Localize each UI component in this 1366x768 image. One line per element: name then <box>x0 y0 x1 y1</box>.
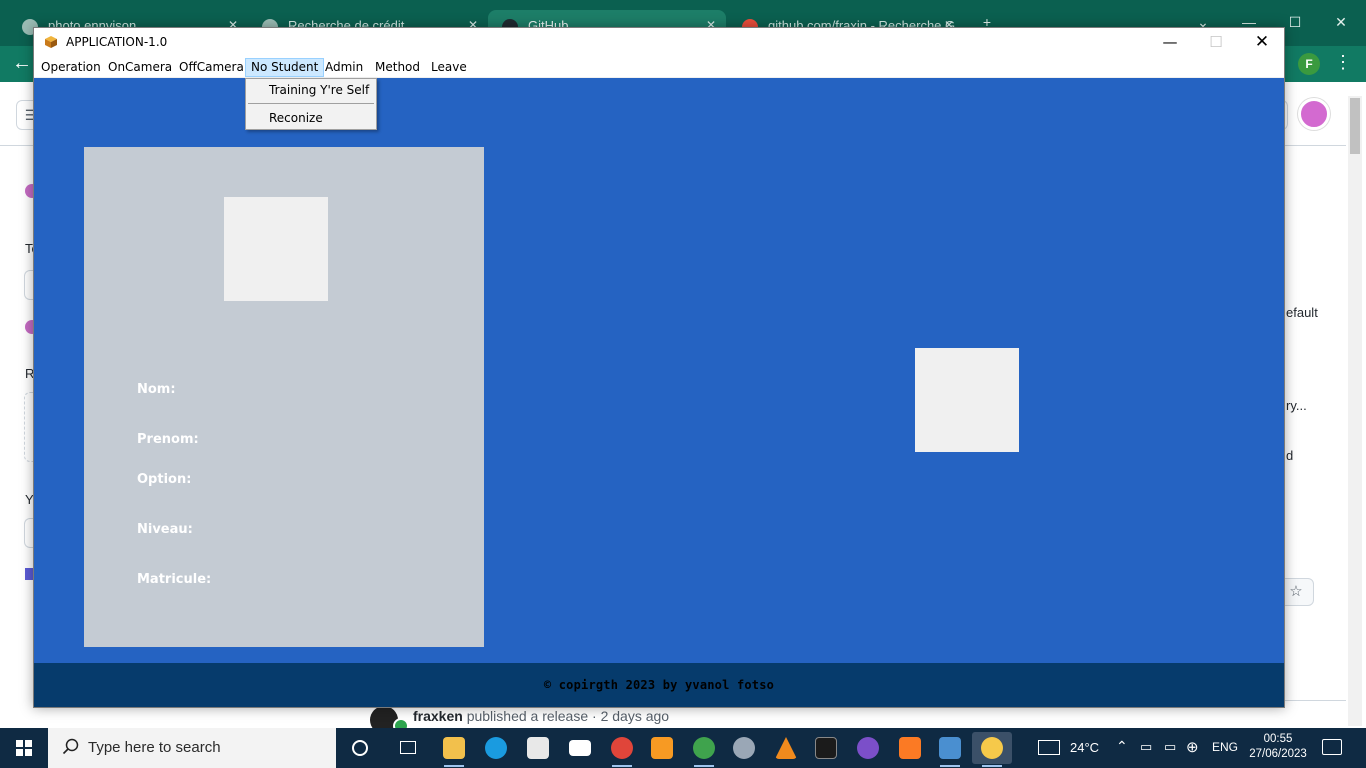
close-icon[interactable]: ✕ <box>1318 8 1364 36</box>
cortana-icon[interactable] <box>340 732 380 764</box>
menu-bar: Operation OnCamera OffCamera No Student … <box>34 56 1284 78</box>
menu-oncamera[interactable]: OnCamera <box>102 58 178 77</box>
windows-icon <box>16 740 32 756</box>
menu-admin[interactable]: Admin <box>319 58 369 77</box>
taskbar-search[interactable]: Type here to search <box>48 728 336 768</box>
student-photo <box>224 197 328 301</box>
release-user-link[interactable]: fraxken <box>413 708 463 724</box>
vlc-icon[interactable] <box>766 732 806 764</box>
footer: © copirgth 2023 by yvanol fotso <box>34 663 1284 707</box>
nom-label: Nom: <box>137 382 176 397</box>
clock[interactable]: 00:55 27/06/2023 <box>1243 732 1313 762</box>
student-info-panel: Nom: Prenom: Option: Niveau: Matricule: <box>84 147 484 647</box>
chrome-icon[interactable] <box>602 732 642 767</box>
page-text: ry... <box>1286 398 1307 413</box>
niveau-label: Niveau: <box>137 522 193 537</box>
search-placeholder: Type here to search <box>88 739 221 756</box>
menu-leave[interactable]: Leave <box>425 58 473 77</box>
weather-temperature[interactable]: 24°C <box>1070 740 1099 755</box>
clock-time: 00:55 <box>1263 733 1293 745</box>
menu-operation[interactable]: Operation <box>35 58 107 77</box>
package-icon <box>45 36 57 48</box>
store-icon[interactable] <box>518 732 558 764</box>
menu-offcamera[interactable]: OffCamera <box>173 58 250 77</box>
page-text: d <box>1286 448 1294 463</box>
language-indicator[interactable]: ENG <box>1212 740 1238 754</box>
matricule-label: Matricule: <box>137 572 212 587</box>
battery-icon[interactable]: ▭ <box>1164 739 1176 755</box>
scrollbar-thumb[interactable] <box>1350 98 1360 154</box>
sublime-icon[interactable] <box>642 732 682 764</box>
menu-method[interactable]: Method <box>369 58 426 77</box>
chevron-up-icon[interactable]: ⌃ <box>1116 738 1128 755</box>
clock-date: 27/06/2023 <box>1249 748 1307 760</box>
scrollbar[interactable] <box>1348 96 1362 726</box>
no-student-dropdown: Training Y're Self Reconize <box>245 78 377 130</box>
application-window: APPLICATION-1.0 — ☐ ✕ Operation OnCamera… <box>33 27 1285 708</box>
minimize-button[interactable]: — <box>1147 28 1193 56</box>
search-icon <box>62 738 79 755</box>
release-text: published a release · 2 days ago <box>466 708 670 724</box>
task-view-icon[interactable] <box>388 732 428 764</box>
menu-item-training[interactable]: Training Y're Self <box>246 81 376 101</box>
mail-icon[interactable] <box>560 732 600 764</box>
page-text: efault <box>1286 305 1318 320</box>
taskbar: Type here to search 24°C ⌃ ▭ ▭ ⊕ ENG 00:… <box>0 728 1366 768</box>
camera-feed <box>915 348 1019 452</box>
title-bar[interactable]: APPLICATION-1.0 — ☐ ✕ <box>34 28 1284 56</box>
start-button[interactable] <box>0 728 48 768</box>
window-title: APPLICATION-1.0 <box>66 35 168 49</box>
menu-no-student[interactable]: No Student <box>245 58 325 77</box>
avatar[interactable] <box>1298 98 1330 130</box>
release-activity: fraxken published a release · 2 days ago <box>413 708 669 724</box>
prenom-label: Prenom: <box>137 432 199 447</box>
menu-separator <box>248 103 374 104</box>
more-vert-icon[interactable]: ⋮ <box>1334 52 1352 73</box>
python-idle-icon[interactable] <box>930 732 970 767</box>
globe-icon[interactable]: ⊕ <box>1186 738 1199 756</box>
file-explorer-icon[interactable] <box>434 732 474 767</box>
python-icon[interactable] <box>972 732 1012 767</box>
settings-icon[interactable] <box>724 732 764 764</box>
notification-icon[interactable] <box>1322 739 1342 755</box>
maximize-button[interactable]: ☐ <box>1193 28 1239 56</box>
chrome-icon[interactable] <box>684 732 724 767</box>
close-button[interactable]: ✕ <box>1239 28 1285 56</box>
edge-icon[interactable] <box>476 732 516 764</box>
profile-avatar[interactable]: F <box>1298 53 1320 75</box>
weather-icon[interactable] <box>1038 740 1060 755</box>
terminal-icon[interactable] <box>806 732 846 764</box>
xampp-icon[interactable] <box>890 732 930 764</box>
network-device-icon[interactable]: ▭ <box>1140 739 1152 755</box>
github-desktop-icon[interactable] <box>848 732 888 764</box>
back-arrow-icon[interactable]: ← <box>12 52 32 75</box>
copyright-text: © copirgth 2023 by yvanol fotso <box>543 678 775 692</box>
menu-item-reconize[interactable]: Reconize <box>246 109 376 129</box>
option-label: Option: <box>137 472 192 487</box>
